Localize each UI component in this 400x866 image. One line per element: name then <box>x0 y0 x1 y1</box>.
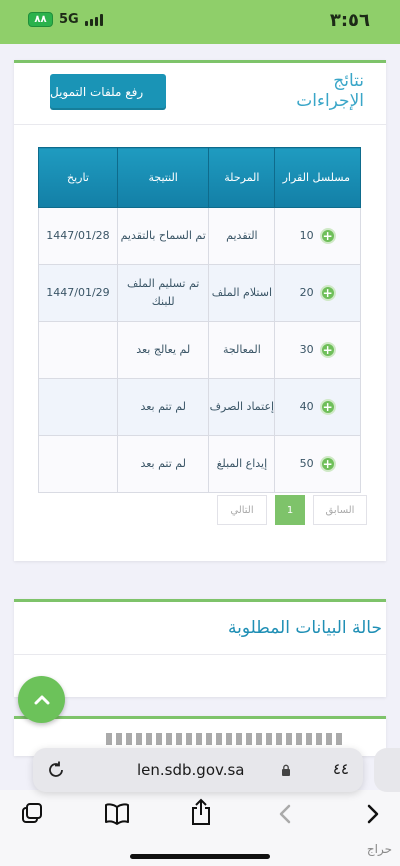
serial-cell: +40 <box>274 378 361 436</box>
pagination: التالي 1 السابق <box>217 495 367 525</box>
stage-cell: إعتماد الصرف <box>208 378 276 436</box>
col-stage: المرحلة <box>208 147 276 208</box>
table-header-row: مسلسل القرار المرحلة النتيجة تاريخ <box>38 147 361 208</box>
table-row: +10 التقديم تم السماح بالتقديم 1447/01/2… <box>38 207 361 265</box>
date-cell: 1447/01/28 <box>38 207 118 265</box>
lock-icon <box>282 764 290 776</box>
battery-level: ٨٨ <box>34 14 47 25</box>
address-bar-area: len.sdb.gov.sa ٤٤ <box>0 736 400 800</box>
expand-row-icon[interactable]: + <box>319 228 336 244</box>
result-cell: تم تسليم الملف للبنك <box>116 264 210 322</box>
share-icon[interactable] <box>190 798 212 826</box>
required-data-card: حالة البيانات المطلوبة <box>14 599 386 697</box>
pagination-spacer <box>305 495 313 525</box>
upload-financing-files-button[interactable]: رفع ملفات التمويل <box>50 74 166 110</box>
serial-value: 30 <box>299 343 314 356</box>
date-cell <box>38 321 118 379</box>
required-data-title: حالة البيانات المطلوبة <box>228 618 382 638</box>
result-cell: لم تتم بعد <box>116 378 210 436</box>
expand-row-icon[interactable]: + <box>319 342 336 358</box>
expand-row-icon[interactable]: + <box>319 456 336 472</box>
result-cell: لم تتم بعد <box>116 435 210 493</box>
table-row: +40 إعتماد الصرف لم تتم بعد <box>38 378 361 436</box>
stage-cell: المعالجة <box>208 321 276 379</box>
pagination-spacer <box>267 495 275 525</box>
expand-row-icon[interactable]: + <box>319 285 336 301</box>
table-row: +30 المعالجة لم يعالج بعد <box>38 321 361 379</box>
serial-cell: +20 <box>274 264 361 322</box>
stage-cell: استلام الملف <box>208 264 276 322</box>
chevron-up-icon <box>34 695 49 704</box>
serial-cell: +50 <box>274 435 361 493</box>
status-bar: ٨٨ 5G ٣:٥٦ <box>0 0 400 44</box>
col-serial: مسلسل القرار <box>274 147 361 208</box>
status-left: ٨٨ 5G <box>28 12 103 27</box>
date-cell <box>38 378 118 436</box>
home-indicator <box>130 854 270 859</box>
serial-cell: +10 <box>274 207 361 265</box>
col-result: النتيجة <box>116 147 210 208</box>
reload-icon[interactable] <box>47 761 65 779</box>
status-time: ٣:٥٦ <box>329 10 370 31</box>
serial-value: 50 <box>299 457 314 470</box>
result-cell: تم السماح بالتقديم <box>116 207 210 265</box>
serial-value: 10 <box>299 229 314 242</box>
procedures-title: نتائج الإجراءات <box>296 71 364 111</box>
procedures-card: نتائج الإجراءات رفع ملفات التمويل مسلسل … <box>14 60 386 561</box>
serial-value: 20 <box>299 286 314 299</box>
divider <box>14 654 386 655</box>
procedures-table: مسلسل القرار المرحلة النتيجة تاريخ +10 ا… <box>38 147 361 493</box>
reader-aa-button[interactable]: ٤٤ <box>333 760 349 778</box>
page-1-button[interactable]: 1 <box>275 495 305 525</box>
col-date: تاريخ <box>38 147 118 208</box>
serial-value: 40 <box>299 400 314 413</box>
result-cell: لم يعالج بعد <box>116 321 210 379</box>
expand-row-icon[interactable]: + <box>319 399 336 415</box>
date-cell <box>38 435 118 493</box>
serial-cell: +30 <box>274 321 361 379</box>
procedures-card-header: نتائج الإجراءات رفع ملفات التمويل <box>14 63 386 125</box>
network-type: 5G <box>59 12 79 27</box>
stage-cell: إيداع المبلغ <box>208 435 276 493</box>
adjacent-tab-preview[interactable] <box>374 748 400 792</box>
bookmarks-icon[interactable] <box>104 802 130 826</box>
date-cell: 1447/01/29 <box>38 264 118 322</box>
battery-icon: ٨٨ <box>28 12 53 27</box>
stage-cell: التقديم <box>208 207 276 265</box>
table-row: +50 إيداع المبلغ لم تتم بعد <box>38 435 361 493</box>
next-page-button[interactable]: التالي <box>217 495 267 525</box>
table-row: +20 استلام الملف تم تسليم الملف للبنك 14… <box>38 264 361 322</box>
forward-icon[interactable] <box>366 804 380 824</box>
url-text: len.sdb.gov.sa <box>137 761 245 779</box>
back-icon[interactable] <box>278 804 292 824</box>
scroll-top-button[interactable] <box>18 676 65 723</box>
tabs-icon[interactable] <box>20 802 44 826</box>
address-bar[interactable]: len.sdb.gov.sa ٤٤ <box>33 748 363 792</box>
signal-icon <box>84 13 103 26</box>
watermark: حراج <box>366 842 392 856</box>
prev-page-button[interactable]: السابق <box>313 495 367 525</box>
